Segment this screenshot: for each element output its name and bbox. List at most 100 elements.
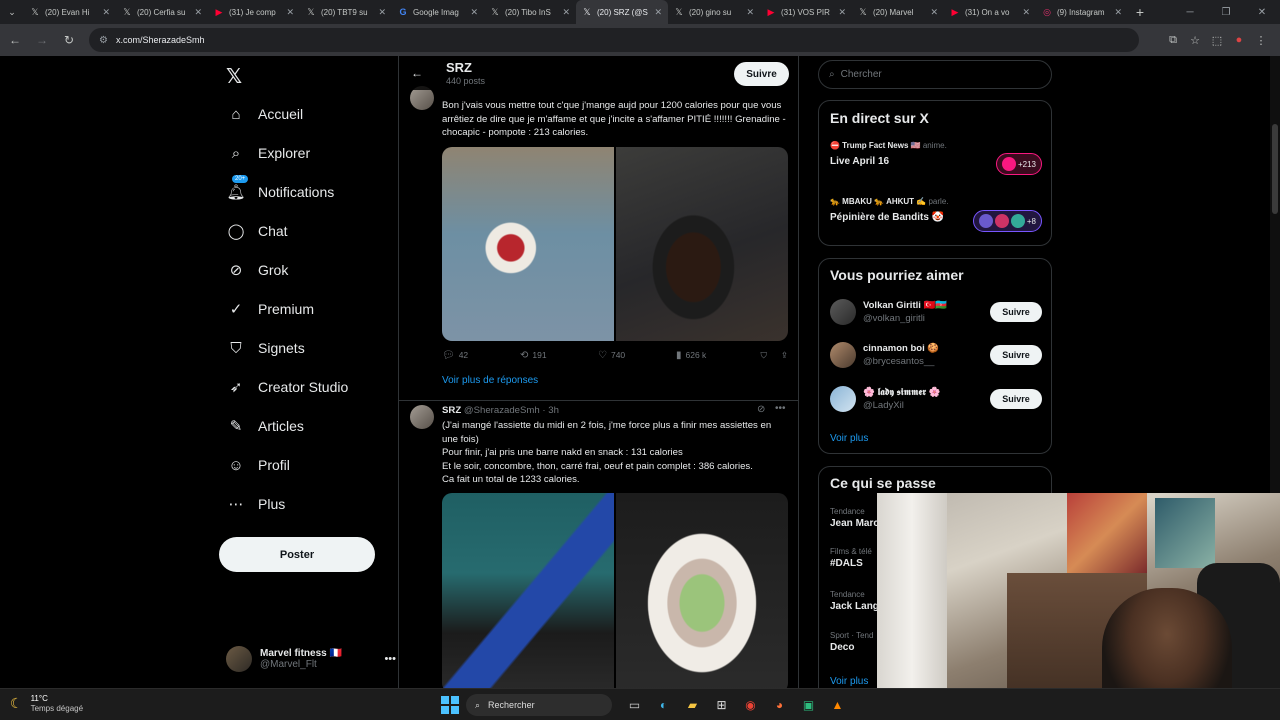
- profile-icon[interactable]: ●: [1228, 29, 1250, 51]
- follow-button[interactable]: Suivre: [990, 302, 1042, 322]
- photo-snack-bar[interactable]: [442, 493, 614, 688]
- suggested-user[interactable]: Volkan Giritli 🇹🇷🇦🇿 @volkan_giritli Suivr…: [830, 294, 1042, 330]
- taskbar-search[interactable]: ⌕ Rechercher: [466, 694, 612, 716]
- bookmark-icon[interactable]: ⛉: [760, 350, 766, 361]
- nav-item-more[interactable]: ⋯ Plus: [226, 489, 286, 519]
- chrome-icon[interactable]: ◉: [736, 694, 765, 716]
- browser-tab[interactable]: ▶ (31) VOS PIR ✕: [760, 0, 852, 24]
- close-tab-icon[interactable]: ✕: [194, 7, 202, 18]
- extensions-icon[interactable]: ⬚: [1206, 29, 1228, 51]
- close-tab-icon[interactable]: ✕: [746, 7, 754, 18]
- windows-start-icon[interactable]: [441, 696, 459, 714]
- live-item[interactable]: 🐆 MBAKU 🐆 AHKUT ✍️ parle. Pépinière de B…: [830, 197, 1042, 232]
- back-icon[interactable]: ←: [3, 28, 27, 52]
- photo-cereal-bowl[interactable]: [616, 147, 788, 341]
- browser-tab[interactable]: 𝕏 (20) TBT9 su ✕: [300, 0, 392, 24]
- nav-item-bookmarks[interactable]: ⛉ Signets: [226, 333, 304, 363]
- cast-icon[interactable]: ⧉: [1162, 29, 1184, 51]
- browser-tab[interactable]: 𝕏 (20) Evan Hi ✕: [24, 0, 116, 24]
- share-icon[interactable]: ⇪: [781, 350, 788, 361]
- close-tab-icon[interactable]: ✕: [286, 7, 294, 18]
- nav-item-articles[interactable]: ✎ Articles: [226, 411, 304, 441]
- follow-button[interactable]: Suivre: [734, 62, 789, 86]
- account-switcher[interactable]: Marvel fitness 🇫🇷 @Marvel_Flt •••: [226, 642, 396, 676]
- show-more-link[interactable]: Voir plus: [830, 676, 868, 687]
- browser-tab[interactable]: ▶ (31) On a vo ✕: [944, 0, 1036, 24]
- close-tab-icon[interactable]: ✕: [1114, 7, 1122, 18]
- store-icon[interactable]: ⊞: [707, 694, 736, 716]
- site-info-icon[interactable]: ⚙: [99, 35, 108, 46]
- suggested-user[interactable]: cinnamon boi 🍪 @brycesantos__ Suivre: [830, 337, 1042, 373]
- browser-tab[interactable]: 𝕏 (20) Tibo InS ✕: [484, 0, 576, 24]
- follow-button[interactable]: Suivre: [990, 345, 1042, 365]
- bookmark-star-icon[interactable]: ☆: [1184, 29, 1206, 51]
- avatar[interactable]: [410, 405, 434, 429]
- firefox-icon[interactable]: ◕: [765, 694, 794, 716]
- address-bar[interactable]: ⚙ x.com/SherazadeSmh: [89, 28, 1139, 52]
- tweet[interactable]: SRZ @SherazadeSmh · 3h ⊘ ••• (J'ai mangé…: [399, 400, 798, 688]
- close-tab-icon[interactable]: ✕: [930, 7, 938, 18]
- vlc-icon[interactable]: ▲: [823, 694, 852, 716]
- weather-widget[interactable]: ☾ 11°C Temps dégagé: [10, 694, 83, 713]
- reload-icon[interactable]: ↻: [57, 28, 81, 52]
- close-tab-icon[interactable]: ✕: [378, 7, 386, 18]
- close-window-icon[interactable]: ✕: [1244, 0, 1280, 24]
- post-button[interactable]: Poster: [219, 537, 375, 572]
- browser-tab[interactable]: 𝕏 (20) Marvel ✕: [852, 0, 944, 24]
- more-icon[interactable]: •••: [384, 653, 396, 665]
- browser-menu-icon[interactable]: ⋮: [1250, 29, 1272, 51]
- repost-button[interactable]: ⟲ 191: [520, 350, 598, 361]
- browser-tab[interactable]: ▶ (31) Je comp ✕: [208, 0, 300, 24]
- close-tab-icon[interactable]: ✕: [654, 7, 662, 18]
- live-listeners-pill[interactable]: +213: [995, 153, 1042, 175]
- nav-item-home[interactable]: ⌂ Accueil: [226, 99, 303, 129]
- nav-item-premium[interactable]: ✓ Premium: [226, 294, 314, 324]
- nav-item-creator-studio[interactable]: ➶ Creator Studio: [226, 372, 349, 402]
- x-logo-icon[interactable]: 𝕏: [226, 64, 242, 89]
- photo-tea-mug[interactable]: [442, 147, 614, 341]
- edge-icon[interactable]: ◐: [649, 694, 678, 716]
- back-arrow-icon[interactable]: ←: [411, 66, 423, 80]
- nav-item-chat[interactable]: ◯ Chat: [226, 216, 288, 246]
- suggested-user[interactable]: 🌸 𝖑𝖆𝖉𝖞 𝖘𝖎𝖒𝖒𝖊𝖗 🌸 @LadyXil Suivre: [830, 381, 1042, 417]
- like-button[interactable]: ♡ 740: [598, 350, 676, 361]
- close-tab-icon[interactable]: ✕: [562, 7, 570, 18]
- browser-tab[interactable]: ◎ (9) Instagram ✕: [1036, 0, 1128, 24]
- tweet-media[interactable]: [442, 493, 788, 688]
- close-tab-icon[interactable]: ✕: [102, 7, 110, 18]
- task-view-icon[interactable]: ▭: [620, 694, 649, 716]
- photo-dinner-plate[interactable]: [616, 493, 788, 688]
- file-explorer-icon[interactable]: ▰: [678, 694, 707, 716]
- minimize-icon[interactable]: ─: [1172, 0, 1208, 24]
- live-listeners-pill[interactable]: +8: [972, 210, 1042, 232]
- live-item[interactable]: ⛔ Trump Fact News 🇺🇸 anime. Live April 1…: [830, 141, 1042, 175]
- account-name: Marvel fitness 🇫🇷: [260, 648, 342, 659]
- browser-tab-active[interactable]: 𝕏 (20) SRZ (@S ✕: [576, 0, 668, 24]
- search-input[interactable]: ⌕ Chercher: [818, 60, 1052, 89]
- close-tab-icon[interactable]: ✕: [1022, 7, 1030, 18]
- close-tab-icon[interactable]: ✕: [470, 7, 478, 18]
- more-icon[interactable]: •••: [775, 403, 786, 414]
- nav-item-notifications[interactable]: 🔔︎ 20+ Notifications: [226, 175, 334, 207]
- forward-icon[interactable]: →: [30, 28, 54, 52]
- grok-icon[interactable]: ⊘: [757, 404, 765, 415]
- scrollbar-thumb[interactable]: [1272, 124, 1278, 214]
- maximize-icon[interactable]: ❐: [1208, 0, 1244, 24]
- views-button[interactable]: ▮ 626 k: [676, 350, 754, 361]
- nav-item-grok[interactable]: ⊘ Grok: [226, 255, 289, 285]
- app-icon[interactable]: ▣: [794, 694, 823, 716]
- tab-search-dropdown-icon[interactable]: ⌄: [0, 0, 24, 24]
- nav-item-explore[interactable]: ⌕ Explorer: [226, 138, 310, 168]
- follow-button[interactable]: Suivre: [990, 389, 1042, 409]
- show-more-link[interactable]: Voir plus: [830, 433, 868, 444]
- close-tab-icon[interactable]: ✕: [838, 7, 846, 18]
- browser-tab[interactable]: 𝕏 (20) gino su ✕: [668, 0, 760, 24]
- article-icon: ✎: [229, 418, 243, 435]
- new-tab-icon[interactable]: +: [1128, 0, 1152, 24]
- reply-button[interactable]: 💬︎ 42: [442, 350, 520, 361]
- browser-tab[interactable]: 𝕏 (20) Cerfia su ✕: [116, 0, 208, 24]
- tweet-media[interactable]: [442, 147, 788, 341]
- show-more-replies-link[interactable]: Voir plus de réponses: [442, 375, 538, 386]
- nav-item-profile[interactable]: ☺ Profil: [226, 450, 290, 480]
- browser-tab[interactable]: G Google Imag ✕: [392, 0, 484, 24]
